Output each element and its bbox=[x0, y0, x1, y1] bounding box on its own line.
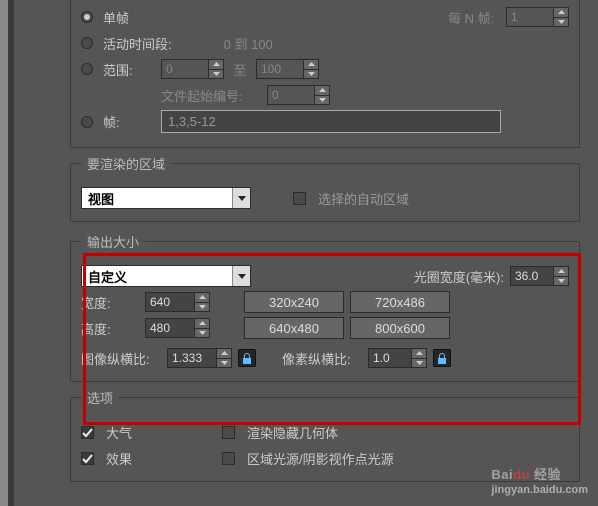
spinner-aperture[interactable] bbox=[510, 266, 569, 286]
watermark: Baidu经验 jingyan.baidu.com bbox=[491, 463, 588, 496]
combo-area-value: 视图 bbox=[82, 189, 232, 208]
label-active-segment: 活动时间段: bbox=[103, 34, 172, 53]
spinner-image-aspect[interactable] bbox=[167, 348, 232, 368]
spinner-range-to[interactable] bbox=[256, 59, 319, 79]
checkbox-hidden-geometry[interactable] bbox=[222, 426, 235, 439]
label-atmosphere: 大气 bbox=[106, 423, 216, 442]
label-auto-region: 选择的自动区域 bbox=[318, 189, 409, 208]
combo-area-view[interactable]: 视图 bbox=[81, 187, 251, 209]
label-area-lights: 区域光源/阴影视作点光源 bbox=[247, 449, 394, 468]
label-range-to: 至 bbox=[230, 60, 250, 79]
legend-output-size: 输出大小 bbox=[81, 232, 145, 251]
legend-options: 选项 bbox=[81, 388, 119, 407]
label-frames: 帧: bbox=[103, 112, 155, 131]
preset-640x480-button[interactable]: 640x480 bbox=[244, 317, 344, 339]
checkbox-area-lights[interactable] bbox=[222, 452, 235, 465]
chevron-down-icon bbox=[232, 188, 250, 208]
radio-frames[interactable] bbox=[81, 116, 93, 128]
lock-pixel-aspect-icon[interactable] bbox=[433, 349, 451, 367]
spinner-width[interactable] bbox=[145, 292, 210, 312]
lock-image-aspect-icon[interactable] bbox=[238, 349, 256, 367]
spinner-height[interactable] bbox=[145, 318, 210, 338]
checkbox-auto-region[interactable] bbox=[293, 192, 306, 205]
spinner-every-n[interactable] bbox=[506, 7, 569, 27]
radio-active-segment[interactable] bbox=[81, 37, 93, 49]
label-every-n: 每 N 帧: bbox=[448, 8, 500, 27]
preset-800x600-button[interactable]: 800x600 bbox=[350, 317, 450, 339]
label-width: 宽度: bbox=[81, 293, 139, 312]
spinner-pixel-aspect[interactable] bbox=[368, 348, 427, 368]
label-file-start-number: 文件起始编号: bbox=[161, 86, 261, 105]
label-pixel-aspect: 像素纵横比: bbox=[282, 349, 362, 368]
label-effects: 效果 bbox=[106, 449, 216, 468]
label-image-aspect: 图像纵横比: bbox=[81, 349, 161, 368]
value-active-range: 0 到 100 bbox=[224, 34, 276, 53]
chevron-down-icon bbox=[232, 266, 250, 286]
spinner-file-start[interactable] bbox=[267, 85, 330, 105]
preset-320x240-button[interactable]: 320x240 bbox=[244, 291, 344, 313]
label-range: 范围: bbox=[103, 60, 155, 79]
combo-output-value: 自定义 bbox=[82, 267, 232, 286]
label-aperture: 光圈宽度(毫米): bbox=[414, 267, 504, 286]
spinner-range-from[interactable] bbox=[161, 59, 224, 79]
legend-area: 要渲染的区域 bbox=[81, 154, 171, 173]
radio-range[interactable] bbox=[81, 63, 93, 75]
label-single-frame: 单帧 bbox=[103, 8, 155, 27]
input-frames[interactable] bbox=[161, 110, 501, 133]
label-height: 高度: bbox=[81, 319, 139, 338]
radio-single-frame[interactable] bbox=[81, 11, 93, 23]
checkbox-atmosphere[interactable] bbox=[81, 426, 94, 439]
label-hidden-geometry: 渲染隐藏几何体 bbox=[247, 423, 338, 442]
checkbox-effects[interactable] bbox=[81, 452, 94, 465]
combo-output-preset[interactable]: 自定义 bbox=[81, 265, 251, 287]
input-every-n[interactable] bbox=[506, 7, 554, 27]
spin-down-icon bbox=[554, 18, 568, 27]
spin-up-icon bbox=[554, 8, 568, 18]
preset-720x486-button[interactable]: 720x486 bbox=[350, 291, 450, 313]
